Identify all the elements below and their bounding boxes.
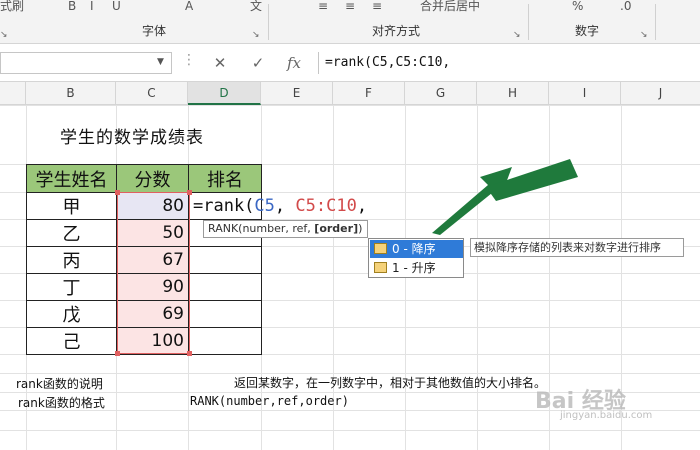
group-separator (528, 4, 529, 40)
clipboard-launcher-icon[interactable]: ↘ (0, 30, 8, 40)
group-separator (655, 4, 656, 40)
note-label-description[interactable]: rank函数的说明 (16, 375, 103, 392)
score-cell[interactable]: 69 (116, 300, 189, 328)
column-header-b[interactable]: B (26, 82, 116, 105)
header-cell-rank[interactable]: 排名 (188, 164, 262, 193)
formula-suffix: , (356, 196, 368, 216)
option-label: 1 - 升序 (392, 261, 436, 275)
name-cell[interactable]: 己 (26, 327, 117, 355)
tooltip-suffix: ) (358, 222, 363, 235)
note-label-format[interactable]: rank函数的格式 (18, 394, 105, 411)
format-painter-label[interactable]: 式刷 (0, 0, 24, 14)
score-cell[interactable]: 67 (116, 246, 189, 274)
column-header-f[interactable]: F (333, 82, 405, 105)
percent-button[interactable]: % (572, 0, 583, 14)
formula-ref-range: C5:C10 (295, 196, 357, 216)
column-header-g[interactable]: G (405, 82, 477, 105)
align-left-icon[interactable]: ≡ (318, 0, 328, 14)
formula-separator: , (274, 196, 296, 216)
formula-bar: ▼ ⋮ ✕ ✓ fx =rank(C5,C5:C10, (0, 44, 700, 82)
name-cell[interactable]: 丙 (26, 246, 117, 274)
rank-cell[interactable] (188, 327, 262, 355)
formula-ref-number: C5 (254, 196, 275, 216)
score-cell[interactable]: 90 (116, 273, 189, 301)
arrow-head (432, 167, 512, 235)
italic-icon[interactable]: I (90, 0, 94, 14)
column-headers: B C D E F G H I J (0, 82, 700, 105)
option-label: 0 - 降序 (392, 242, 436, 256)
column-header-h[interactable]: H (477, 82, 549, 105)
column-header-c[interactable]: C (116, 82, 188, 105)
column-header-j[interactable]: J (621, 82, 700, 105)
name-cell[interactable]: 戊 (26, 300, 117, 328)
autocomplete-option-ascending[interactable]: 1 - 升序 (370, 259, 463, 277)
phonetic-icon[interactable]: 文 (250, 0, 262, 14)
formula-bar-resize-handle[interactable]: ⋮ (182, 53, 196, 67)
number-group-label: 数字 (575, 24, 600, 38)
gridline (0, 430, 700, 431)
font-color-icon[interactable]: A (185, 0, 193, 14)
score-cell[interactable]: 100 (116, 327, 189, 355)
name-cell[interactable]: 丁 (26, 273, 117, 301)
font-group-label: 字体 (142, 24, 167, 38)
align-group-label: 对齐方式 (372, 24, 421, 38)
watermark-url: jingyan.baidu.com (560, 410, 653, 421)
enum-value-icon (374, 262, 387, 273)
sheet-title[interactable]: 学生的数学成绩表 (60, 123, 204, 148)
select-all-corner[interactable] (0, 82, 26, 105)
enter-icon[interactable]: ✓ (244, 52, 272, 74)
rank-cell[interactable] (188, 246, 262, 274)
name-cell[interactable]: 甲 (26, 192, 117, 220)
autocomplete-option-descending[interactable]: 0 - 降序 (370, 240, 463, 258)
increase-decimal-icon[interactable]: .0 (620, 0, 631, 14)
name-cell[interactable]: 乙 (26, 219, 117, 247)
number-launcher-icon[interactable]: ↘ (640, 30, 648, 40)
gridline (0, 105, 700, 106)
header-cell-name[interactable]: 学生姓名 (26, 164, 117, 193)
rank-cell[interactable] (188, 273, 262, 301)
chevron-down-icon[interactable]: ▼ (157, 57, 164, 67)
underline-icon[interactable]: U (112, 0, 121, 14)
worksheet-grid[interactable]: 学生的数学成绩表 学生姓名 分数 排名 甲 80 乙 50 丙 67 丁 90 … (0, 105, 700, 450)
font-launcher-icon[interactable]: ↘ (252, 30, 260, 40)
rank-cell[interactable] (188, 300, 262, 328)
column-header-e[interactable]: E (261, 82, 333, 105)
bold-icon[interactable]: B (68, 0, 76, 14)
note-text-format[interactable]: RANK(number,ref,order) (190, 394, 349, 408)
ribbon: 式刷 B I U A 文 ≡ ≡ ≡ 合并后居中 % .0 字体 ↘ 对齐方式 … (0, 0, 700, 44)
name-box[interactable]: ▼ (0, 52, 172, 74)
score-cell[interactable]: 50 (116, 219, 189, 247)
annotation-arrow-icon (432, 159, 578, 235)
note-text-description[interactable]: 返回某数字，在一列数字中，相对于其他数值的大小排名。 (234, 374, 546, 391)
tooltip-prefix: RANK(number, ref, (208, 222, 315, 235)
group-separator (268, 4, 269, 40)
tooltip-current-arg: [order] (314, 222, 359, 235)
column-header-d[interactable]: D (188, 82, 261, 105)
cancel-icon[interactable]: ✕ (206, 52, 234, 74)
header-cell-score[interactable]: 分数 (116, 164, 189, 193)
in-cell-formula[interactable]: =rank(C5, C5:C10, (193, 196, 367, 216)
merge-center-button[interactable]: 合并后居中 (420, 0, 480, 14)
align-right-icon[interactable]: ≡ (372, 0, 382, 14)
enum-value-icon (374, 243, 387, 254)
function-signature-tooltip[interactable]: RANK(number, ref, [order]) (203, 220, 368, 238)
argument-autocomplete-list[interactable]: 0 - 降序 1 - 升序 (368, 238, 464, 278)
autocomplete-description-tooltip: 模拟降序存储的列表来对数字进行排序 (470, 238, 684, 257)
score-cell[interactable]: 80 (116, 192, 189, 220)
formula-input[interactable]: =rank(C5,C5:C10, (318, 52, 700, 74)
insert-function-button[interactable]: fx (280, 52, 308, 74)
align-center-icon[interactable]: ≡ (345, 0, 355, 14)
formula-prefix: =rank( (193, 196, 255, 216)
column-header-i[interactable]: I (549, 82, 621, 105)
align-launcher-icon[interactable]: ↘ (513, 30, 521, 40)
